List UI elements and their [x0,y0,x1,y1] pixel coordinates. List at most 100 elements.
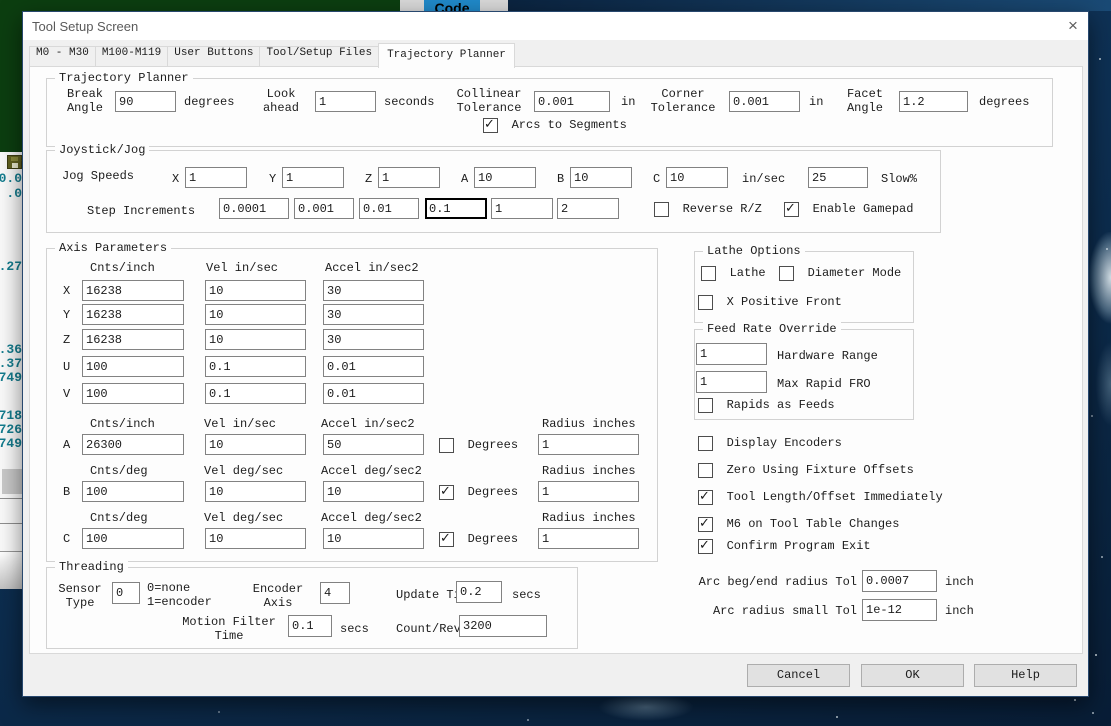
confirm-program-exit-row: Confirm Program Exit [698,539,871,554]
tab-m0-m30[interactable]: M0 - M30 [29,46,96,67]
zero-fixture-offsets-checkbox[interactable] [698,463,713,478]
axis-c-degrees-checkbox[interactable] [439,532,454,547]
star-dot [1092,712,1094,714]
ok-button[interactable]: OK [861,664,964,687]
axis-b-degrees-checkbox[interactable] [439,485,454,500]
rapids-as-feeds-checkbox[interactable] [698,398,713,413]
arc-radius-small-tol-input[interactable] [862,599,937,621]
m6-tool-table-checkbox[interactable] [698,517,713,532]
axis-y-cnts-input[interactable] [82,304,184,325]
axis-z-vel-input[interactable] [205,329,306,350]
step-increment-1-input[interactable] [219,198,289,219]
save-floppy-icon[interactable] [7,155,22,169]
axis-c-accel-input[interactable] [323,528,424,549]
dro-readout: .36 [0,342,22,357]
axis-c-degrees-label: Degrees [468,532,518,547]
jog-speed-y-input[interactable] [282,167,344,188]
tab-tool-setup-files[interactable]: Tool/Setup Files [259,46,379,67]
close-icon[interactable]: × [1061,16,1085,36]
axis-a-radius-input[interactable] [538,434,639,455]
group-caption: Axis Parameters [55,241,171,255]
axis-z-cnts-input[interactable] [82,329,184,350]
jog-speed-a-input[interactable] [474,167,536,188]
count-rev-input[interactable] [459,615,547,637]
display-encoders-checkbox[interactable] [698,436,713,451]
axis-y-vel-input[interactable] [205,304,306,325]
max-rapid-fro-input[interactable] [696,371,767,393]
axis-z-accel-input[interactable] [323,329,424,350]
tab-m100-m119[interactable]: M100-M119 [95,46,168,67]
axis-a-degrees-checkbox[interactable] [439,438,454,453]
arc-beg-end-tol-input[interactable] [862,570,937,592]
col-header: Accel deg/sec2 [321,511,422,525]
reverse-rz-checkbox[interactable] [654,202,669,217]
code-button[interactable]: Code [424,0,480,11]
step-increment-6-input[interactable] [557,198,619,219]
hardware-range-input[interactable] [696,343,767,365]
x-positive-front-checkbox[interactable] [698,295,713,310]
motion-filter-time-input[interactable] [288,615,332,637]
facet-angle-input[interactable] [899,91,968,112]
display-encoders-label: Display Encoders [727,436,842,451]
jog-speed-b-input[interactable] [570,167,632,188]
confirm-program-exit-checkbox[interactable] [698,539,713,554]
axis-u-accel-input[interactable] [323,356,424,377]
step-increment-4-input[interactable] [425,198,487,219]
axis-b-cnts-input[interactable] [82,481,184,502]
look-ahead-input[interactable] [315,91,376,112]
group-caption: Trajectory Planner [55,71,193,85]
tab-user-buttons[interactable]: User Buttons [167,46,260,67]
tool-length-offset-checkbox[interactable] [698,490,713,505]
sensor-type-input[interactable] [112,582,140,604]
axis-b-accel-input[interactable] [323,481,424,502]
jog-speed-z-input[interactable] [378,167,440,188]
axis-x-vel-input[interactable] [205,280,306,301]
col-header: Vel deg/sec [204,511,283,525]
step-increment-2-input[interactable] [294,198,354,219]
tab-trajectory-planner[interactable]: Trajectory Planner [378,43,515,68]
axis-u-vel-input[interactable] [205,356,306,377]
axis-v-vel-input[interactable] [205,383,306,404]
group-caption: Feed Rate Override [703,322,841,336]
lathe-label: Lathe [730,266,766,281]
update-time-input[interactable] [456,581,502,603]
axis-y-label: Y [63,308,70,322]
axis-a-accel-input[interactable] [323,434,424,455]
jog-axis-letter: X [172,172,179,186]
enable-gamepad-checkbox[interactable] [784,202,799,217]
axis-x-cnts-input[interactable] [82,280,184,301]
axis-c-radius-input[interactable] [538,528,639,549]
step-increment-5-input[interactable] [491,198,553,219]
jog-speed-unit: in/sec [742,172,785,186]
axis-v-cnts-input[interactable] [82,383,184,404]
collinear-tolerance-input[interactable] [534,91,610,112]
axis-u-cnts-input[interactable] [82,356,184,377]
step-increment-3-input[interactable] [359,198,419,219]
axis-y-accel-input[interactable] [323,304,424,325]
jog-speeds-label: Jog Speeds [62,169,134,183]
axis-b-vel-input[interactable] [205,481,306,502]
break-angle-input[interactable] [115,91,176,112]
help-button[interactable]: Help [974,664,1077,687]
enable-gamepad-label: Enable Gamepad [813,202,914,217]
col-header-cnts: Cnts/inch [90,261,155,275]
slow-percent-input[interactable] [808,167,868,188]
axis-a-cnts-input[interactable] [82,434,184,455]
jog-speed-c-input[interactable] [666,167,728,188]
axis-u-label: U [63,360,70,374]
encoder-axis-input[interactable] [320,582,350,604]
axis-a-vel-input[interactable] [205,434,306,455]
cancel-button[interactable]: Cancel [747,664,850,687]
axis-c-cnts-input[interactable] [82,528,184,549]
axis-b-radius-input[interactable] [538,481,639,502]
axis-v-accel-input[interactable] [323,383,424,404]
corner-tolerance-input[interactable] [729,91,800,112]
dialog-titlebar[interactable] [23,12,1088,40]
arcs-to-segments-checkbox[interactable] [483,118,498,133]
diameter-mode-checkbox[interactable] [779,266,794,281]
axis-c-vel-input[interactable] [205,528,306,549]
axis-x-accel-input[interactable] [323,280,424,301]
jog-speed-x-input[interactable] [185,167,247,188]
lathe-checkbox[interactable] [701,266,716,281]
col-header: Radius inches [542,511,636,525]
